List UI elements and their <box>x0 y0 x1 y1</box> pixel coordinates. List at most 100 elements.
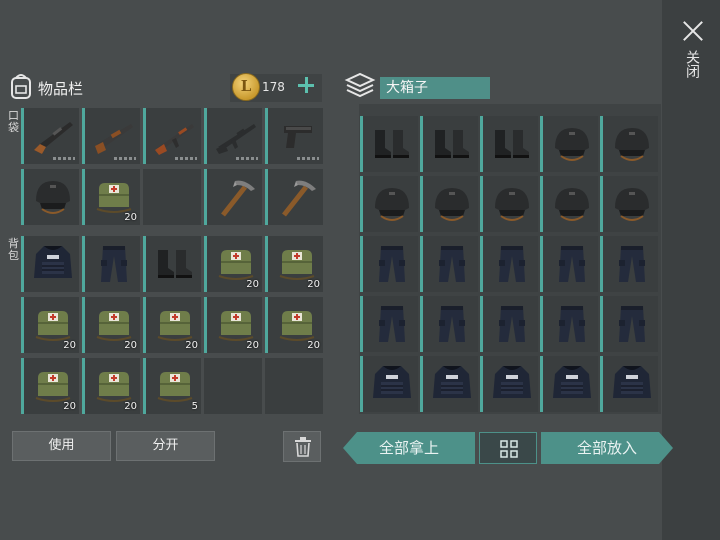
chest-slot[interactable] <box>480 116 538 172</box>
coin-icon: L <box>232 73 260 101</box>
chest-slot[interactable] <box>420 236 478 292</box>
backpack-slot[interactable] <box>204 358 262 414</box>
side-bar <box>662 0 720 540</box>
assault-rifle-icon <box>155 124 194 155</box>
chest-slot[interactable] <box>480 236 538 292</box>
close-label[interactable]: 关闭 <box>684 50 700 78</box>
pocket-slot[interactable] <box>204 108 262 164</box>
helmet-icon <box>36 181 70 214</box>
vest-icon <box>553 366 591 398</box>
backpack-slot[interactable] <box>21 236 79 292</box>
item-count: 20 <box>63 401 76 412</box>
pocket-slot[interactable] <box>143 169 201 225</box>
item-count: 20 <box>307 340 320 351</box>
backpack-slot[interactable]: 20 <box>204 297 262 353</box>
backpack-slot[interactable]: 20 <box>21 297 79 353</box>
backpack-slot[interactable]: 20 <box>265 297 323 353</box>
backpack-slot[interactable]: 20 <box>265 236 323 292</box>
chest-slot[interactable] <box>480 296 538 352</box>
rifle-icon <box>34 122 73 154</box>
pocket-slot[interactable] <box>265 108 323 164</box>
chest-slot[interactable] <box>540 176 598 232</box>
backpack-slot[interactable]: 5 <box>143 358 201 414</box>
pants-icon <box>619 246 645 282</box>
backpack-icon <box>11 74 31 99</box>
m16-rifle-icon <box>216 124 256 154</box>
trash-button[interactable] <box>283 431 321 462</box>
chest-slot[interactable] <box>600 236 658 292</box>
pants-icon <box>499 306 525 342</box>
close-icon[interactable] <box>682 20 704 42</box>
chest-stack-icon <box>344 72 376 98</box>
backpack-slot[interactable] <box>82 236 140 292</box>
item-count: 5 <box>191 401 198 412</box>
chest-slot[interactable] <box>540 116 598 172</box>
helmet-icon <box>615 128 649 161</box>
chest-slot[interactable] <box>540 356 598 412</box>
pocket-slot[interactable] <box>265 169 323 225</box>
boots-icon <box>375 130 409 158</box>
put-all-button[interactable]: 全部放入 <box>541 432 673 464</box>
chest-slot[interactable] <box>480 356 538 412</box>
durability-dots <box>114 157 136 160</box>
pistol-icon <box>284 126 312 148</box>
chest-slot[interactable] <box>480 176 538 232</box>
boots-icon <box>495 130 529 158</box>
pants-icon <box>559 246 585 282</box>
chest-slot[interactable] <box>600 176 658 232</box>
vest-icon <box>613 366 651 398</box>
chest-slot[interactable] <box>360 356 418 412</box>
chest-slot[interactable] <box>540 296 598 352</box>
pants-icon <box>439 246 465 282</box>
pocket-slot[interactable] <box>82 108 140 164</box>
backpack-slot[interactable]: 20 <box>21 358 79 414</box>
trash-icon <box>295 437 311 457</box>
backpack-slot[interactable]: 20 <box>82 358 140 414</box>
chest-slot[interactable] <box>360 176 418 232</box>
pickaxe-icon <box>282 180 316 217</box>
split-button[interactable]: 分开 <box>116 431 215 461</box>
chest-slot[interactable] <box>600 296 658 352</box>
backpack-slot[interactable]: 20 <box>204 236 262 292</box>
shotgun-icon <box>95 124 133 154</box>
item-count: 20 <box>124 212 137 223</box>
backpack-slot[interactable] <box>265 358 323 414</box>
helmet-icon <box>495 188 529 221</box>
coin-count: 178 <box>262 80 285 94</box>
chest-slot[interactable] <box>420 356 478 412</box>
pants-icon <box>499 246 525 282</box>
add-coins-button[interactable] <box>298 77 314 93</box>
chest-slot[interactable] <box>420 296 478 352</box>
take-all-button[interactable]: 全部拿上 <box>343 432 475 464</box>
pants-icon <box>439 306 465 342</box>
pocket-slot[interactable] <box>21 169 79 225</box>
chest-title: 大箱子 <box>380 77 490 99</box>
chest-slot[interactable] <box>600 116 658 172</box>
pants-icon <box>379 306 405 342</box>
pants-icon <box>379 246 405 282</box>
sort-button[interactable] <box>479 432 537 464</box>
helmet-icon <box>615 188 649 221</box>
pants-icon <box>101 246 127 282</box>
use-button[interactable]: 使用 <box>12 431 111 461</box>
chest-slot[interactable] <box>360 116 418 172</box>
pocket-slot[interactable] <box>21 108 79 164</box>
durability-dots <box>236 157 258 160</box>
pocket-slot[interactable]: 20 <box>82 169 140 225</box>
backpack-slot[interactable]: 20 <box>143 297 201 353</box>
backpack-slot[interactable] <box>143 236 201 292</box>
grid-icon <box>500 440 518 458</box>
chest-slot[interactable] <box>420 176 478 232</box>
chest-slot[interactable] <box>540 236 598 292</box>
pocket-slot[interactable] <box>143 108 201 164</box>
chest-slot[interactable] <box>420 116 478 172</box>
backpack-slot[interactable]: 20 <box>82 297 140 353</box>
pocket-slot[interactable] <box>204 169 262 225</box>
chest-slot[interactable] <box>600 356 658 412</box>
chest-slot[interactable] <box>360 296 418 352</box>
durability-dots <box>53 157 75 160</box>
backpack-label: 背包 <box>8 237 19 262</box>
helmet-icon <box>375 188 409 221</box>
boots-icon <box>158 250 192 278</box>
chest-slot[interactable] <box>360 236 418 292</box>
